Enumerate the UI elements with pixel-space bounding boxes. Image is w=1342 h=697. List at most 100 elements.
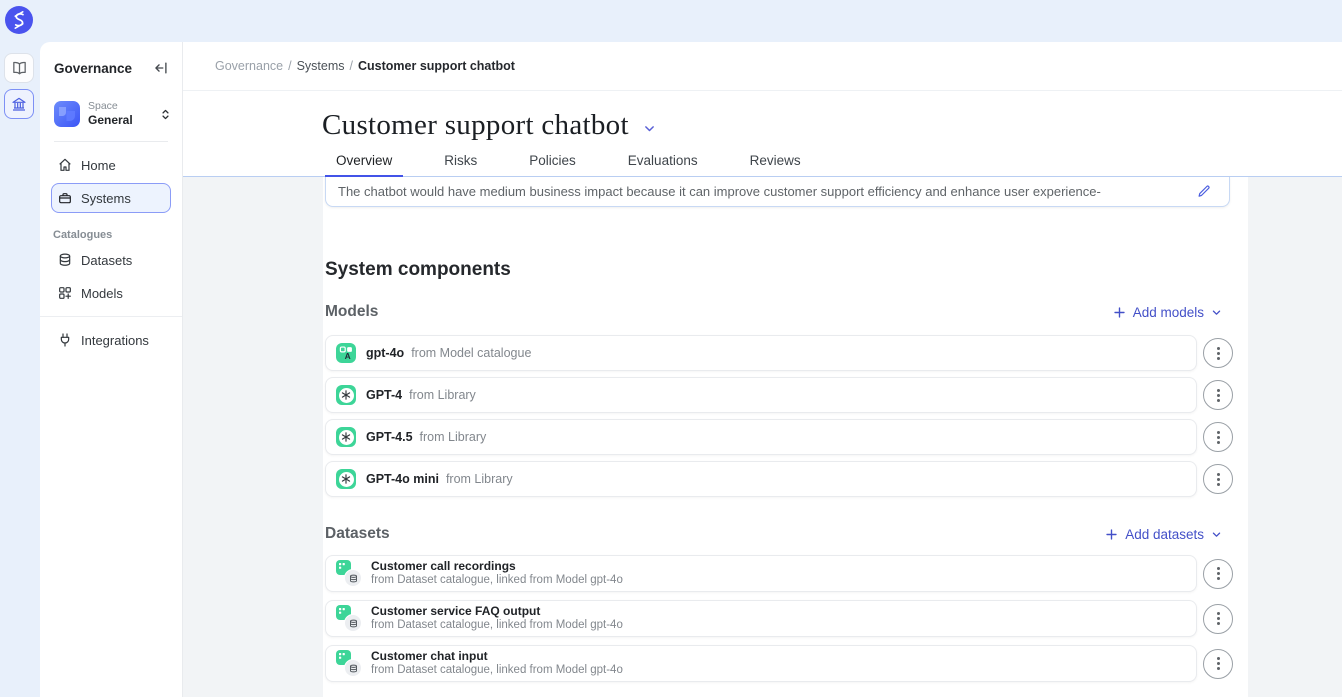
dataset-more-options-button[interactable] — [1203, 559, 1233, 589]
sidebar-item-label: Home — [81, 158, 116, 173]
model-source: from Model catalogue — [411, 346, 531, 360]
home-icon — [57, 157, 73, 173]
breadcrumb-item-governance[interactable]: Governance — [215, 59, 283, 73]
dataset-row: Customer call recordings from Dataset ca… — [323, 555, 1248, 592]
openai-library-icon — [336, 469, 356, 489]
dataset-card-customer-call-recordings[interactable]: Customer call recordings from Dataset ca… — [325, 555, 1197, 592]
kebab-icon — [1217, 572, 1220, 575]
sidebar-item-datasets[interactable]: Datasets — [51, 245, 171, 275]
tab-label: Risks — [444, 153, 477, 168]
models-heading: Models — [325, 303, 378, 321]
sidebar-item-systems[interactable]: Systems — [51, 183, 171, 213]
sidebar-item-home[interactable]: Home — [51, 150, 171, 180]
overview-content[interactable]: The chatbot would have medium business i… — [183, 177, 1342, 697]
impact-note-card: The chatbot would have medium business i… — [325, 177, 1230, 207]
dataset-more-options-button[interactable] — [1203, 649, 1233, 679]
dataset-icon — [336, 650, 362, 677]
dataset-row: Customer chat input from Dataset catalog… — [323, 645, 1248, 682]
breadcrumb-separator: / — [288, 59, 291, 73]
tab-evaluations[interactable]: Evaluations — [617, 146, 709, 178]
model-source: from Library — [446, 472, 513, 486]
dataset-more-options-button[interactable] — [1203, 604, 1233, 634]
add-models-button[interactable]: Add models — [1113, 305, 1222, 320]
model-card-gpt-4o-mini[interactable]: GPT-4o mini from Library — [325, 461, 1197, 497]
title-menu-button[interactable] — [643, 122, 656, 135]
sidebar-item-integrations[interactable]: Integrations — [51, 325, 171, 355]
tab-risks[interactable]: Risks — [433, 146, 488, 178]
edit-impact-button[interactable] — [1192, 180, 1215, 203]
space-label: Space — [88, 100, 151, 113]
bank-icon — [11, 96, 27, 112]
model-row: GPT-4o mini from Library — [323, 461, 1248, 497]
plus-icon — [1113, 306, 1126, 319]
brand-logo[interactable] — [5, 6, 33, 34]
model-name: GPT-4o mini — [366, 472, 439, 486]
add-datasets-button[interactable]: Add datasets — [1105, 527, 1222, 542]
tab-label: Evaluations — [628, 153, 698, 168]
dataset-source: from Dataset catalogue, linked from Mode… — [371, 664, 623, 678]
sidebar-item-models[interactable]: Models — [51, 278, 171, 308]
add-models-label: Add models — [1133, 305, 1204, 320]
dataset-icon — [336, 605, 362, 632]
model-card-gpt-4[interactable]: GPT-4 from Library — [325, 377, 1197, 413]
sidebar-divider — [54, 141, 168, 142]
sidebar-title: Governance — [54, 61, 132, 76]
tab-reviews[interactable]: Reviews — [739, 146, 812, 178]
plus-icon — [1105, 528, 1118, 541]
sidebar-item-label: Models — [81, 286, 123, 301]
governance-rail-button[interactable] — [4, 89, 34, 119]
chevron-down-icon — [1211, 307, 1222, 318]
collapse-sidebar-icon — [153, 60, 169, 76]
kebab-icon — [1217, 478, 1220, 481]
brand-logo-icon — [5, 6, 33, 34]
tab-bar: Overview Risks Policies Evaluations Revi… — [183, 146, 1342, 177]
space-selector[interactable]: Space General — [54, 100, 172, 128]
datasets-heading: Datasets — [325, 525, 390, 543]
model-card-gpt-4o[interactable]: A gpt-4o from Model catalogue — [325, 335, 1197, 371]
tab-overview[interactable]: Overview — [325, 146, 403, 178]
breadcrumb-item-systems[interactable]: Systems — [297, 59, 345, 73]
model-more-options-button[interactable] — [1203, 422, 1233, 452]
model-card-gpt-4-5[interactable]: GPT-4.5 from Library — [325, 419, 1197, 455]
add-datasets-label: Add datasets — [1125, 527, 1204, 542]
model-name: GPT-4 — [366, 388, 402, 402]
models-icon — [57, 285, 73, 301]
tab-label: Reviews — [750, 153, 801, 168]
model-more-options-button[interactable] — [1203, 338, 1233, 368]
dataset-card-customer-chat-input[interactable]: Customer chat input from Dataset catalog… — [325, 645, 1197, 682]
dataset-row: Customer service FAQ output from Dataset… — [323, 600, 1248, 637]
main-panel: Governance / Systems / Customer support … — [183, 42, 1342, 697]
kebab-icon — [1217, 662, 1220, 665]
pencil-icon — [1196, 184, 1211, 199]
dataset-name: Customer call recordings — [371, 559, 623, 573]
model-more-options-button[interactable] — [1203, 464, 1233, 494]
model-row: GPT-4 from Library — [323, 377, 1248, 413]
space-avatar — [54, 101, 80, 127]
book-icon — [11, 60, 28, 77]
integrations-icon — [57, 332, 73, 348]
dataset-source: from Dataset catalogue, linked from Mode… — [371, 574, 623, 588]
system-components-heading: System components — [325, 259, 1248, 281]
tab-policies[interactable]: Policies — [518, 146, 587, 178]
library-rail-button[interactable] — [4, 53, 34, 83]
model-catalogue-icon: A — [336, 343, 356, 363]
governance-sidebar: Governance Space General — [40, 42, 183, 697]
kebab-icon — [1217, 352, 1220, 355]
tab-label: Overview — [336, 153, 392, 168]
model-row: A gpt-4o from Model catalogue — [323, 335, 1248, 371]
chevron-updown-icon — [159, 107, 172, 122]
chevron-down-icon — [643, 122, 656, 135]
sidebar-item-label: Integrations — [81, 333, 149, 348]
model-name: gpt-4o — [366, 346, 404, 360]
kebab-icon — [1217, 617, 1220, 620]
collapse-sidebar-button[interactable] — [153, 60, 169, 76]
model-more-options-button[interactable] — [1203, 380, 1233, 410]
sidebar-item-label: Datasets — [81, 253, 132, 268]
dataset-source: from Dataset catalogue, linked from Mode… — [371, 619, 623, 633]
svg-text:A: A — [345, 351, 351, 361]
dataset-card-customer-service-faq-output[interactable]: Customer service FAQ output from Dataset… — [325, 600, 1197, 637]
model-source: from Library — [409, 388, 476, 402]
kebab-icon — [1217, 394, 1220, 397]
catalogues-section-label: Catalogues — [53, 229, 182, 241]
kebab-icon — [1217, 436, 1220, 439]
